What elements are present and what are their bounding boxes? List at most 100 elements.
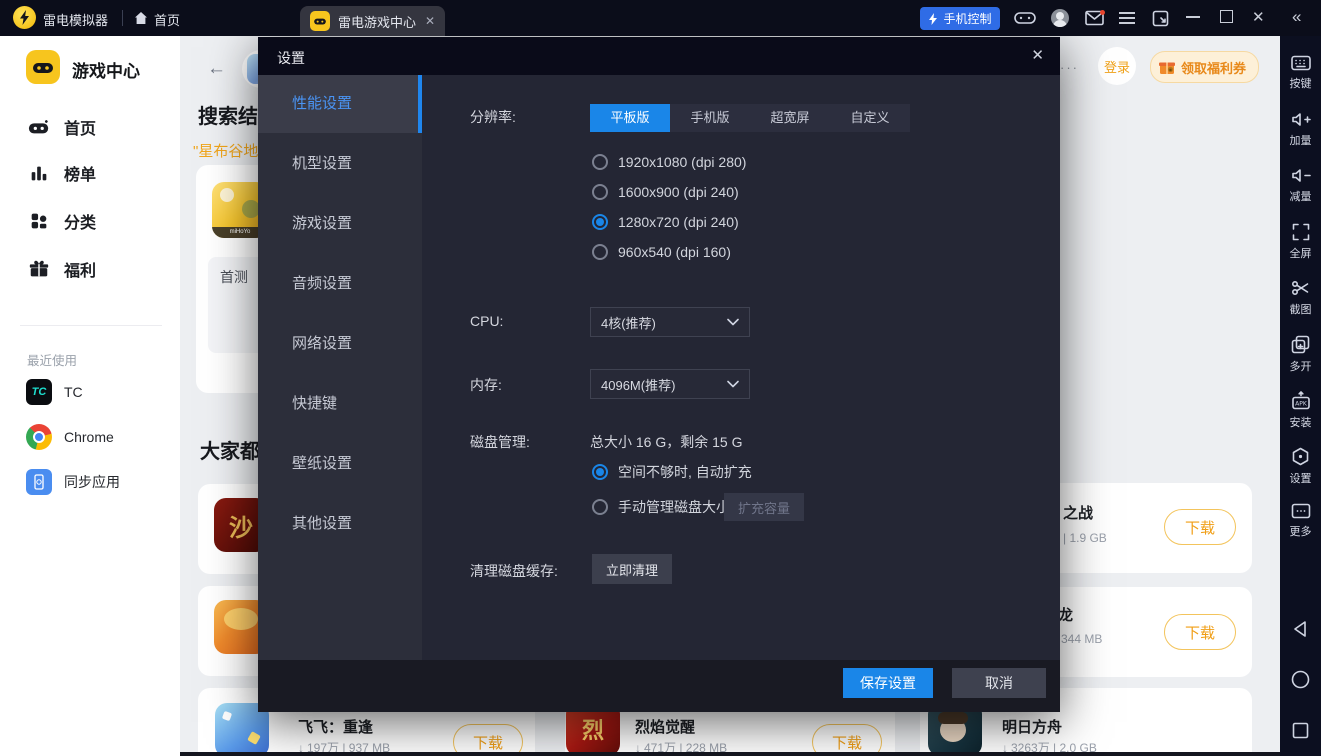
more-options-icon[interactable]: ··· bbox=[1060, 60, 1079, 75]
radio-icon[interactable] bbox=[592, 499, 608, 515]
chevron-down-icon bbox=[727, 380, 739, 388]
back-icon[interactable]: ← bbox=[207, 58, 226, 80]
clean-cache-label: 清理磁盘缓存: bbox=[470, 563, 558, 579]
download-button[interactable]: 下载 bbox=[1164, 509, 1236, 545]
bar-chart-icon bbox=[31, 166, 47, 181]
phone-control-button[interactable]: 手机控制 bbox=[920, 7, 1000, 30]
volume-up-icon bbox=[1291, 113, 1311, 126]
menu-item-network[interactable]: 网络设置 bbox=[258, 315, 422, 373]
menu-item-performance[interactable]: 性能设置 bbox=[258, 75, 422, 133]
settings-dialog: 设置 ✕ 性能设置 机型设置 游戏设置 音频设置 网络设置 快捷键 壁纸设置 其… bbox=[258, 37, 1060, 712]
tab-game-center[interactable]: 雷电游戏中心 ✕ bbox=[300, 6, 445, 36]
toolbar-volume-down[interactable]: 减量 bbox=[1280, 167, 1321, 204]
gamepad-toolbar-icon[interactable] bbox=[1013, 8, 1037, 28]
sync-app-icon bbox=[26, 469, 52, 495]
sidebar-item-categories[interactable]: 分类 bbox=[28, 208, 96, 234]
download-button[interactable]: 下载 bbox=[1164, 614, 1236, 650]
tab-close-icon[interactable]: ✕ bbox=[425, 14, 435, 28]
cpu-select[interactable]: 4核(推荐) bbox=[590, 307, 750, 337]
radio-label: 960x540 (dpi 160) bbox=[618, 244, 731, 260]
sidebar-item-home[interactable]: 首页 bbox=[28, 114, 96, 140]
sidebar-item-label: 榜单 bbox=[64, 167, 97, 184]
coupon-button[interactable]: 领取福利券 bbox=[1150, 51, 1260, 83]
tab-tablet[interactable]: 平板版 bbox=[590, 104, 670, 132]
collapse-toolbar-icon[interactable]: « bbox=[1292, 7, 1301, 27]
divider bbox=[20, 325, 162, 326]
resolution-option-1920[interactable]: 1920x1080 (dpi 280) bbox=[592, 152, 746, 172]
toolbar-install-apk[interactable]: APK 安装 bbox=[1280, 391, 1321, 430]
sidebar-item-benefits[interactable]: 福利 bbox=[28, 256, 96, 282]
android-back-icon[interactable] bbox=[1291, 619, 1310, 639]
toolbar-label: 安装 bbox=[1289, 417, 1312, 429]
dialog-footer: 保存设置 取消 bbox=[258, 660, 1060, 712]
gift-icon bbox=[29, 260, 49, 277]
resolution-option-1600[interactable]: 1600x900 (dpi 240) bbox=[592, 182, 739, 202]
toolbar-settings[interactable]: 设置 bbox=[1280, 447, 1321, 486]
menu-item-other[interactable]: 其他设置 bbox=[258, 495, 422, 553]
toolbar-more[interactable]: 更多 bbox=[1280, 503, 1321, 539]
recent-item-chrome[interactable]: Chrome bbox=[26, 423, 114, 451]
minimize-icon[interactable] bbox=[1186, 16, 1200, 18]
multi-window-icon bbox=[1291, 335, 1310, 354]
resolution-option-960[interactable]: 960x540 (dpi 160) bbox=[592, 242, 731, 262]
radio-icon-selected[interactable] bbox=[592, 464, 608, 480]
tab-phone[interactable]: 手机版 bbox=[670, 104, 750, 132]
memory-label: 内存: bbox=[470, 377, 502, 393]
home-icon[interactable] bbox=[133, 10, 149, 26]
toolbar-volume-up[interactable]: 加量 bbox=[1280, 111, 1321, 148]
dialog-close-icon[interactable]: ✕ bbox=[1031, 46, 1044, 64]
toolbar-label: 加量 bbox=[1289, 135, 1312, 147]
menu-item-wallpaper[interactable]: 壁纸设置 bbox=[258, 435, 422, 493]
cancel-button[interactable]: 取消 bbox=[952, 668, 1046, 698]
android-recents-icon[interactable] bbox=[1292, 722, 1309, 739]
game-center-logo-icon bbox=[26, 50, 60, 84]
divider bbox=[122, 10, 123, 26]
login-button[interactable]: 登录 bbox=[1098, 47, 1136, 85]
menu-item-shortcuts[interactable]: 快捷键 bbox=[258, 375, 422, 433]
lightning-icon bbox=[929, 12, 938, 25]
disk-label: 磁盘管理: bbox=[470, 434, 530, 450]
sidebar-item-rankings[interactable]: 榜单 bbox=[28, 160, 96, 186]
expand-capacity-button[interactable]: 扩充容量 bbox=[724, 493, 804, 521]
menu-item-game[interactable]: 游戏设置 bbox=[258, 195, 422, 253]
radio-icon[interactable] bbox=[592, 154, 608, 170]
recent-item-tc[interactable]: TC TC bbox=[26, 378, 83, 406]
radio-icon[interactable] bbox=[592, 184, 608, 200]
keyboard-icon bbox=[1290, 55, 1311, 71]
resolution-label: 分辨率: bbox=[470, 109, 516, 125]
radio-icon[interactable] bbox=[592, 244, 608, 260]
menu-item-device[interactable]: 机型设置 bbox=[258, 135, 422, 193]
close-window-icon[interactable]: ✕ bbox=[1252, 8, 1265, 26]
disk-auto-option[interactable]: 空间不够时, 自动扩充 bbox=[592, 462, 752, 482]
home-tab[interactable]: 首页 bbox=[154, 10, 180, 29]
game-center-title: 游戏中心 bbox=[72, 62, 140, 81]
toolbar-multi-instance[interactable]: 多开 bbox=[1280, 335, 1321, 374]
menu-icon[interactable] bbox=[1119, 12, 1135, 24]
clean-now-button[interactable]: 立即清理 bbox=[592, 554, 672, 584]
window-bottom-edge bbox=[180, 752, 1280, 756]
toolbar-screenshot[interactable]: 截图 bbox=[1280, 279, 1321, 317]
toolbar-keymap[interactable]: 按键 bbox=[1280, 55, 1321, 91]
card-note: 首测 bbox=[220, 269, 248, 285]
resolution-option-1280[interactable]: 1280x720 (dpi 240) bbox=[592, 212, 739, 232]
maximize-icon[interactable] bbox=[1220, 10, 1233, 23]
save-settings-button[interactable]: 保存设置 bbox=[843, 668, 933, 698]
mail-icon[interactable] bbox=[1085, 10, 1105, 26]
android-home-icon[interactable] bbox=[1291, 670, 1310, 689]
resolution-tabs: 平板版 手机版 超宽屏 自定义 bbox=[590, 104, 910, 132]
resize-window-icon[interactable] bbox=[1152, 10, 1169, 27]
tab-custom[interactable]: 自定义 bbox=[830, 104, 910, 132]
disk-summary: 总大小 16 G，剩余 15 G bbox=[590, 434, 743, 450]
sidebar-item-label: 首页 bbox=[64, 121, 97, 138]
toolbar-fullscreen[interactable]: 全屏 bbox=[1280, 223, 1321, 261]
radio-icon-selected[interactable] bbox=[592, 214, 608, 230]
tab-ultrawide[interactable]: 超宽屏 bbox=[750, 104, 830, 132]
toolbar-label: 设置 bbox=[1289, 473, 1312, 485]
toolbar-label: 按键 bbox=[1289, 78, 1312, 90]
sidebar: 游戏中心 首页 榜单 分类 福利 最近使用 TC TC Chrome 同步应用 bbox=[0, 36, 180, 756]
user-avatar[interactable] bbox=[1051, 9, 1069, 27]
disk-manual-option[interactable]: 手动管理磁盘大小 bbox=[592, 497, 730, 517]
menu-item-audio[interactable]: 音频设置 bbox=[258, 255, 422, 313]
recent-item-sync[interactable]: 同步应用 bbox=[26, 468, 120, 496]
memory-select[interactable]: 4096M(推荐) bbox=[590, 369, 750, 399]
